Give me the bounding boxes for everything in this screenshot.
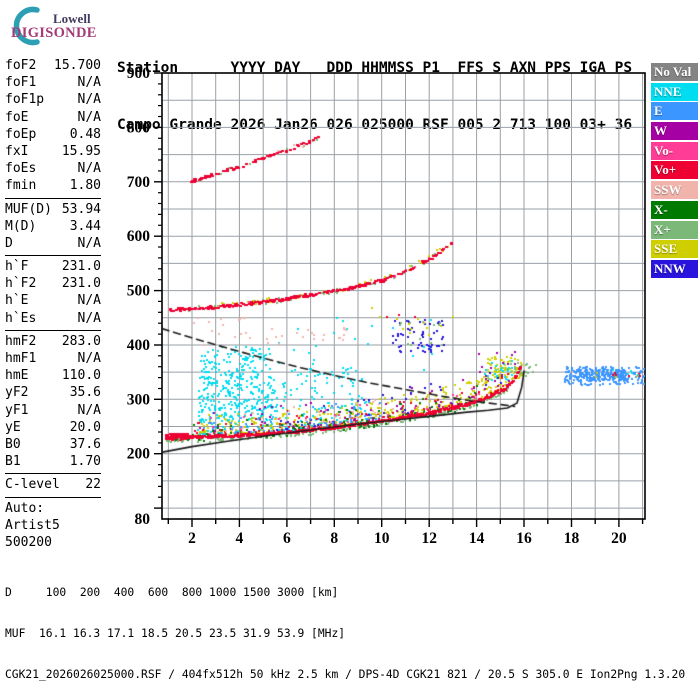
x-tick-label: 4 — [236, 530, 244, 547]
footer-muf-row: MUF 16.1 16.3 17.1 18.5 20.5 23.5 31.9 5… — [5, 626, 346, 640]
x-tick-label: 20 — [611, 530, 627, 547]
x-tick-label: 2 — [188, 530, 196, 547]
footer-readouts: D 100 200 400 600 800 1000 1500 3000 [km… — [5, 558, 685, 696]
x-tick-label: 8 — [330, 530, 338, 547]
x-tick-label: 16 — [516, 530, 532, 547]
y-tick-label: 600 — [127, 228, 151, 245]
x-tick-label: 10 — [374, 530, 390, 547]
y-tick-label: 400 — [127, 337, 151, 354]
footer-file-info: CGK21_2026026025000.RSF / 404fx512h 50 k… — [5, 668, 686, 682]
x-tick-label: 14 — [469, 530, 485, 547]
y-tick-label: 800 — [127, 119, 151, 136]
y-tick-label: 700 — [127, 174, 151, 191]
y-tick-label: 200 — [127, 446, 151, 463]
y-tick-label: 300 — [127, 391, 151, 408]
ionogram-page: { "logo": {"brand_top": "Lowell", "brand… — [0, 0, 700, 681]
y-tick-label: 80 — [135, 511, 151, 528]
footer-distance-row: D 100 200 400 600 800 1000 1500 3000 [km… — [5, 585, 339, 599]
x-tick-label: 12 — [421, 530, 437, 547]
x-tick-label: 18 — [564, 530, 580, 547]
y-tick-label: 900 — [127, 65, 151, 82]
y-tick-label: 500 — [127, 283, 151, 300]
x-tick-label: 6 — [283, 530, 291, 547]
ionogram-plot-canvas — [162, 73, 645, 519]
